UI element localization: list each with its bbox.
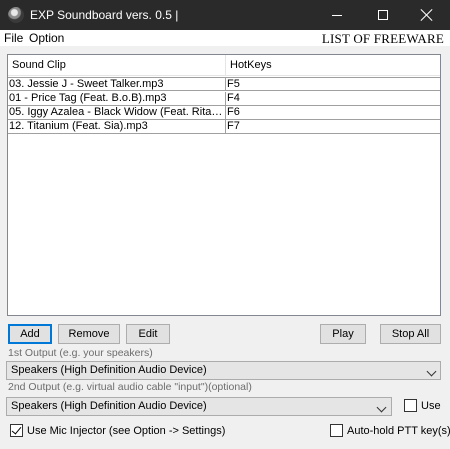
output1-selected-value: Speakers (High Definition Audio Device) (11, 364, 207, 376)
mic-injector-checkbox-box[interactable] (10, 424, 23, 437)
table-row[interactable]: 05. Iggy Azalea - Black Widow (Feat. Rit… (8, 106, 440, 120)
use-output2-checkbox-box[interactable] (404, 399, 417, 412)
close-icon (421, 9, 433, 21)
column-header-sound-clip[interactable]: Sound Clip (8, 55, 226, 76)
sound-clip-cell: 12. Titanium (Feat. Sia).mp3 (8, 120, 226, 133)
use-output2-label: Use (421, 399, 441, 412)
remove-button[interactable]: Remove (58, 324, 120, 344)
output2-label: 2nd Output (e.g. virtual audio cable "in… (8, 381, 252, 393)
close-button[interactable] (404, 0, 450, 30)
maximize-icon (378, 10, 388, 20)
menu-bar: File Option LIST OF FREEWARE (0, 30, 450, 46)
auto-hold-ptt-checkbox[interactable]: Auto-hold PTT key(s) (330, 424, 450, 437)
minimize-button[interactable] (314, 0, 360, 30)
hotkey-cell: F7 (227, 120, 240, 132)
use-output2-checkbox[interactable]: Use (404, 399, 441, 412)
sound-clip-cell: 03. Jessie J - Sweet Talker.mp3 (8, 78, 226, 91)
hotkey-cell: F5 (227, 78, 240, 90)
auto-hold-ptt-checkbox-box[interactable] (330, 424, 343, 437)
output2-selected-value: Speakers (High Definition Audio Device) (11, 400, 207, 412)
sound-clip-cell: 01 - Price Tag (Feat. B.o.B).mp3 (8, 92, 226, 105)
app-icon (8, 7, 24, 23)
menu-option[interactable]: Option (29, 31, 64, 45)
chevron-down-icon (376, 402, 387, 413)
chevron-down-icon (426, 366, 437, 377)
hotkey-cell: F4 (227, 92, 240, 104)
hotkey-cell: F6 (227, 106, 240, 118)
output2-select[interactable]: Speakers (High Definition Audio Device) (6, 397, 392, 416)
column-header-hotkeys[interactable]: HotKeys (226, 55, 440, 76)
sound-clip-list[interactable]: Sound Clip HotKeys 03. Jessie J - Sweet … (7, 54, 441, 316)
output1-label: 1st Output (e.g. your speakers) (8, 347, 153, 359)
stop-all-button[interactable]: Stop All (380, 324, 441, 344)
output1-select[interactable]: Speakers (High Definition Audio Device) (6, 361, 441, 380)
title-bar[interactable]: EXP Soundboard vers. 0.5 | (0, 0, 450, 30)
table-row[interactable]: 03. Jessie J - Sweet Talker.mp3 F5 (8, 77, 440, 91)
minimize-icon (332, 14, 342, 16)
freeware-banner: LIST OF FREEWARE (321, 31, 444, 46)
menu-file[interactable]: File (4, 31, 23, 45)
auto-hold-ptt-label: Auto-hold PTT key(s) (347, 424, 450, 437)
table-row[interactable]: 12. Titanium (Feat. Sia).mp3 F7 (8, 120, 440, 134)
play-button[interactable]: Play (320, 324, 366, 344)
add-button[interactable]: Add (8, 324, 52, 344)
edit-button[interactable]: Edit (126, 324, 170, 344)
sound-clip-cell: 05. Iggy Azalea - Black Widow (Feat. Rit… (9, 106, 226, 119)
list-header: Sound Clip HotKeys (8, 55, 440, 76)
mic-injector-checkbox[interactable]: Use Mic Injector (see Option -> Settings… (10, 424, 225, 437)
table-row[interactable]: 01 - Price Tag (Feat. B.o.B).mp3 F4 (8, 92, 440, 106)
mic-injector-label: Use Mic Injector (see Option -> Settings… (27, 424, 226, 437)
maximize-button[interactable] (360, 0, 406, 30)
window-title: EXP Soundboard vers. 0.5 | (30, 8, 179, 22)
